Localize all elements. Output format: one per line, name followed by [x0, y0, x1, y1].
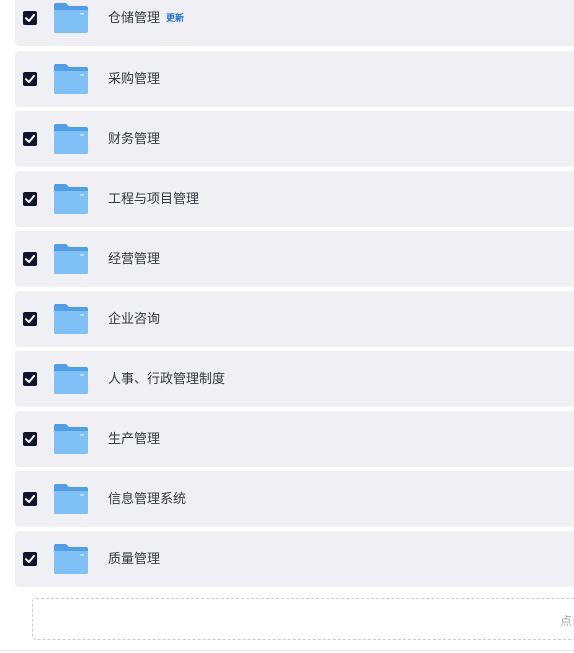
- checkbox[interactable]: [23, 252, 37, 266]
- checkbox[interactable]: [23, 192, 37, 206]
- folder-label: 经营管理: [108, 251, 161, 266]
- check-icon: [25, 14, 35, 22]
- update-badge: 更新: [166, 13, 185, 23]
- check-icon: [25, 375, 35, 383]
- check-icon: [25, 435, 35, 443]
- checkbox[interactable]: [23, 372, 37, 386]
- folder-icon: [54, 304, 88, 334]
- folder-row[interactable]: 质量管理: [15, 531, 574, 587]
- folder-icon: [54, 544, 88, 574]
- check-icon: [25, 135, 35, 143]
- folder-row[interactable]: 仓储管理 更新: [15, 0, 574, 46]
- folder-row[interactable]: 采购管理: [15, 51, 574, 107]
- upload-hint: 点击: [560, 614, 574, 628]
- folder-row[interactable]: 经营管理: [15, 231, 574, 287]
- folder-label: 仓储管理 更新: [108, 10, 185, 25]
- folder-icon: [54, 424, 88, 454]
- folder-row[interactable]: 信息管理系统: [15, 471, 574, 527]
- folder-label: 财务管理: [108, 131, 161, 146]
- upload-dropzone[interactable]: 点击: [32, 598, 574, 640]
- check-icon: [25, 255, 35, 263]
- folder-icon: [54, 64, 88, 94]
- check-icon: [25, 195, 35, 203]
- folder-row[interactable]: 人事、行政管理制度: [15, 351, 574, 407]
- checkbox[interactable]: [23, 432, 37, 446]
- folder-row[interactable]: 财务管理: [15, 111, 574, 167]
- folder-label: 信息管理系统: [108, 491, 187, 506]
- check-icon: [25, 495, 35, 503]
- check-icon: [25, 315, 35, 323]
- checkbox[interactable]: [23, 552, 37, 566]
- checkbox[interactable]: [23, 72, 37, 86]
- folder-label: 生产管理: [108, 431, 161, 446]
- checkbox[interactable]: [23, 11, 37, 25]
- checkbox[interactable]: [23, 492, 37, 506]
- folder-icon: [54, 484, 88, 514]
- folder-icon: [54, 3, 88, 33]
- checkbox[interactable]: [23, 312, 37, 326]
- folder-icon: [54, 244, 88, 274]
- folder-label: 采购管理: [108, 71, 161, 86]
- check-icon: [25, 75, 35, 83]
- divider: [0, 650, 574, 651]
- folder-label: 企业咨询: [108, 311, 161, 326]
- folder-label: 人事、行政管理制度: [108, 371, 226, 386]
- folder-row[interactable]: 工程与项目管理: [15, 171, 574, 227]
- folder-row[interactable]: 生产管理: [15, 411, 574, 467]
- folder-label: 工程与项目管理: [108, 191, 200, 206]
- folder-row[interactable]: 企业咨询: [15, 291, 574, 347]
- folder-label: 质量管理: [108, 551, 161, 566]
- check-icon: [25, 555, 35, 563]
- checkbox[interactable]: [23, 132, 37, 146]
- folder-icon: [54, 124, 88, 154]
- folder-icon: [54, 184, 88, 214]
- folder-icon: [54, 364, 88, 394]
